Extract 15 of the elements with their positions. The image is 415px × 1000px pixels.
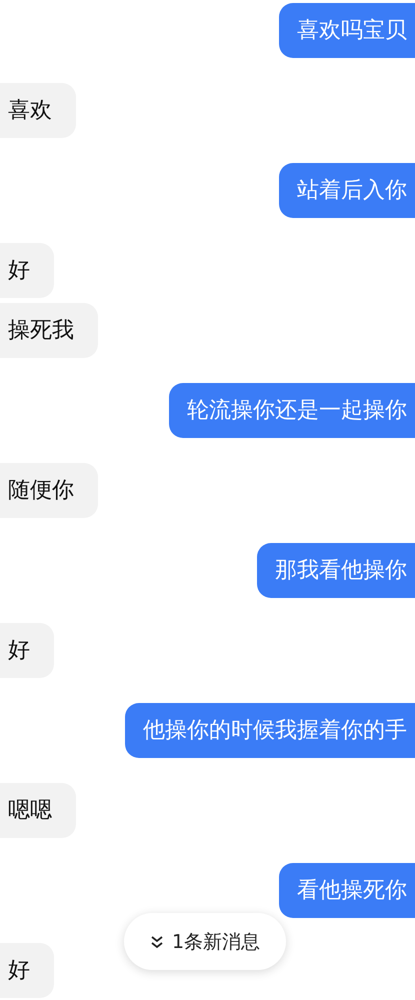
sent-message-bubble: 那我看他操你 [257, 543, 415, 598]
sent-message-bubble: 他操你的时候我握着你的手 [125, 703, 415, 758]
sent-message-bubble: 站着后入你 [279, 163, 415, 218]
received-message-bubble: 操死我 [0, 303, 98, 358]
received-message-bubble: 嗯嗯 [0, 783, 76, 838]
received-message-bubble: 喜欢 [0, 83, 76, 138]
new-messages-button[interactable]: 1条新消息 [124, 913, 286, 970]
sent-message-bubble: 看他操死你 [279, 863, 415, 918]
received-message-bubble: 好 [0, 243, 54, 298]
received-message-bubble: 好 [0, 943, 54, 998]
double-chevron-down-icon [150, 934, 164, 948]
received-message-bubble: 好 [0, 623, 54, 678]
sent-message-bubble: 轮流操你还是一起操你 [169, 383, 415, 438]
received-message-bubble: 随便你 [0, 463, 98, 518]
sent-message-bubble: 喜欢吗宝贝 [279, 3, 415, 58]
